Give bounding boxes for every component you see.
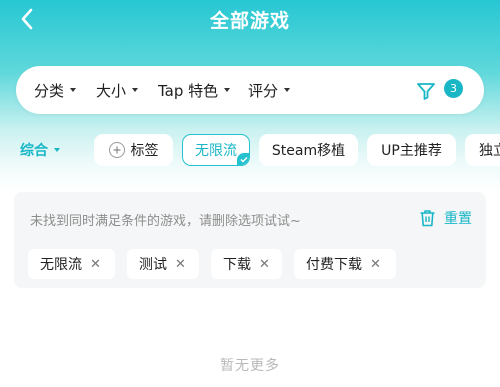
chip-label: UP主推荐: [381, 143, 442, 159]
filter-tap-feature-dropdown[interactable]: Tap 特色: [158, 66, 231, 114]
advanced-filter-button[interactable]: 3: [416, 76, 470, 104]
filter-count-badge: 3: [444, 79, 463, 98]
filter-category-dropdown[interactable]: 分类: [34, 66, 77, 114]
filter-tap-feature-label: Tap 特色: [158, 81, 219, 100]
tag-label: 下载: [223, 257, 251, 273]
no-result-message: 未找到同时满足条件的游戏，请删除选项试试~: [30, 214, 301, 229]
selected-tag-wuxianliu[interactable]: 无限流 ✕: [28, 249, 115, 279]
chip-label: 无限流: [195, 143, 237, 159]
caret-down-icon: [54, 148, 60, 152]
close-icon[interactable]: ✕: [175, 257, 186, 272]
selected-tag-paid-download[interactable]: 付费下载 ✕: [294, 249, 396, 279]
page-title: 全部游戏: [209, 10, 290, 32]
close-icon[interactable]: ✕: [370, 257, 381, 272]
tag-label: 无限流: [40, 257, 82, 273]
chip-label: Steam移植: [271, 143, 346, 159]
selected-tag-test[interactable]: 测试 ✕: [127, 249, 199, 279]
chip-indie[interactable]: 独立: [465, 134, 500, 166]
chip-up-recommend[interactable]: UP主推荐: [367, 134, 456, 166]
caret-down-icon: [284, 88, 291, 92]
reset-label: 重置: [444, 211, 472, 227]
plus-icon: [108, 142, 125, 158]
chip-wuxianliu[interactable]: 无限流: [182, 134, 250, 166]
funnel-icon: [417, 83, 435, 100]
selected-tag-download[interactable]: 下载 ✕: [211, 249, 282, 279]
tag-label: 付费下载: [306, 257, 362, 273]
no-result-panel: 未找到同时满足条件的游戏，请删除选项试试~ 重置 无限流 ✕ 测试 ✕ 下载 ✕…: [14, 192, 486, 288]
filter-category-label: 分类: [34, 81, 65, 100]
caret-down-icon: [224, 88, 231, 92]
chip-steam[interactable]: Steam移植: [259, 134, 358, 166]
close-icon[interactable]: ✕: [90, 257, 101, 272]
no-more-text: 暂无更多: [220, 358, 280, 374]
trash-icon: [420, 210, 435, 227]
chip-label: 独立: [479, 143, 500, 159]
chip-label: 标签: [130, 143, 159, 159]
caret-down-icon: [70, 88, 77, 92]
filter-size-dropdown[interactable]: 大小: [96, 66, 139, 114]
filter-size-label: 大小: [96, 81, 127, 100]
close-icon[interactable]: ✕: [259, 257, 270, 272]
tag-label: 测试: [139, 257, 167, 273]
filter-bar: 分类 大小 Tap 特色 评分 3: [16, 66, 484, 114]
filter-rating-label: 评分: [248, 81, 279, 100]
reset-button[interactable]: 重置: [419, 206, 472, 230]
filter-rating-dropdown[interactable]: 评分: [248, 66, 291, 114]
tag-picker-chip[interactable]: 标签: [94, 134, 173, 166]
sort-label: 综合: [20, 143, 48, 159]
caret-down-icon: [132, 88, 139, 92]
sort-dropdown[interactable]: 综合: [20, 138, 60, 162]
